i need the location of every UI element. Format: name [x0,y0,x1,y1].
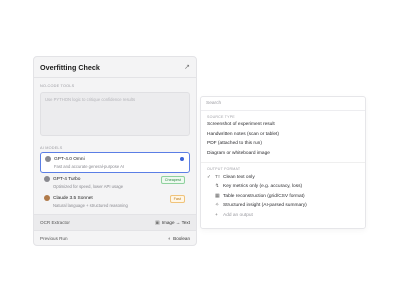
output-option[interactable]: ✧ Structured insight (AI-parsed summary) [201,201,365,211]
ai-models-label: AI MODELS [40,146,63,150]
source-label: Handwritten notes (scan or tablet) [207,131,279,137]
source-label: PDF (attached to this run) [207,141,262,147]
overfitting-check-card: Overfitting Check ↗ NO-CODE TOOLS Use PY… [33,56,197,246]
boolean-icon: ◐ [168,235,172,242]
model-name: GPT-4.0 Omni [54,156,85,162]
output-label: Key metrics only (e.g. accuracy, loss) [223,184,303,190]
output-option[interactable]: ▦ Table reconstruction (grid/CSV format) [201,192,365,202]
source-output-dropdown: Search SOURCE TYPE Screenshot of experim… [200,96,366,229]
prompt-textarea[interactable]: Use PYTHON logic to critique confidence … [40,92,190,136]
no-code-tools-label: NO-CODE TOOLS [40,84,75,88]
card-header: Overfitting Check ↗ [34,57,196,77]
ocr-value: Image → Text [161,220,190,225]
output-label: Structured insight (AI-parsed summary) [223,203,307,209]
check-icon: ✓ [207,174,211,180]
source-label: Diagram or whiteboard image [207,151,270,157]
output-option[interactable]: ✓ Tт Clean text only [201,172,365,182]
model-option-gpt4-turbo[interactable]: GPT-4 Turbo Optimized for speed, lower A… [40,173,190,192]
model-desc: Optimized for speed, lower API usage [53,184,124,189]
search-input[interactable]: Search [201,97,365,111]
model-option-gpt4o[interactable]: GPT-4.0 Omni Fast and accurate general-p… [40,152,190,173]
previous-label: Previous Run [40,236,68,241]
output-label: Table reconstruction (grid/CSV format) [223,193,305,199]
anthropic-icon [44,195,50,201]
image-icon: ▣ [155,219,160,226]
source-option[interactable]: PDF (attached to this run) [201,139,365,149]
previous-value: Boolean [173,236,190,241]
output-label: Clean text only [223,174,255,180]
ocr-label: OCR Extractor [40,220,70,225]
openai-icon [45,156,51,162]
sparkle-icon: ✧ [215,203,220,209]
fast-badge: Fast [169,195,185,203]
source-type-label: SOURCE TYPE [207,115,235,119]
model-option-claude[interactable]: Claude 3.5 Sonnet Natural language + str… [40,192,190,211]
openai-icon [44,176,50,182]
source-option[interactable]: Diagram or whiteboard image [201,149,365,159]
plus-icon: + [215,213,218,219]
output-format-label: OUTPUT FORMAT [207,167,241,172]
card-title: Overfitting Check [40,62,100,72]
add-output-button[interactable]: + Add an output [201,211,365,221]
source-label: Screenshot of experiment result [207,122,275,128]
table-icon: ▦ [215,193,220,199]
model-desc: Fast and accurate general-purpose AI [54,164,125,169]
cheapest-badge: Cheapest [160,176,185,184]
source-option[interactable]: Screenshot of experiment result [201,120,365,130]
add-output-label: Add an output [223,213,253,219]
model-name: GPT-4 Turbo [53,176,81,182]
model-desc: Natural language + structured reasoning [53,203,128,208]
selected-indicator-icon [180,157,184,161]
expand-icon[interactable]: ↗ [184,63,190,71]
source-option[interactable]: Handwritten notes (scan or tablet) [201,130,365,140]
chart-icon: ↯ [215,184,220,190]
output-option[interactable]: ↯ Key metrics only (e.g. accuracy, loss) [201,182,365,192]
previous-run-row[interactable]: Previous Run ◐ Boolean [34,230,196,245]
text-icon: Tт [215,174,221,180]
model-name: Claude 3.5 Sonnet [53,195,93,201]
ocr-extractor-row[interactable]: OCR Extractor ▣ Image → Text [34,214,196,230]
